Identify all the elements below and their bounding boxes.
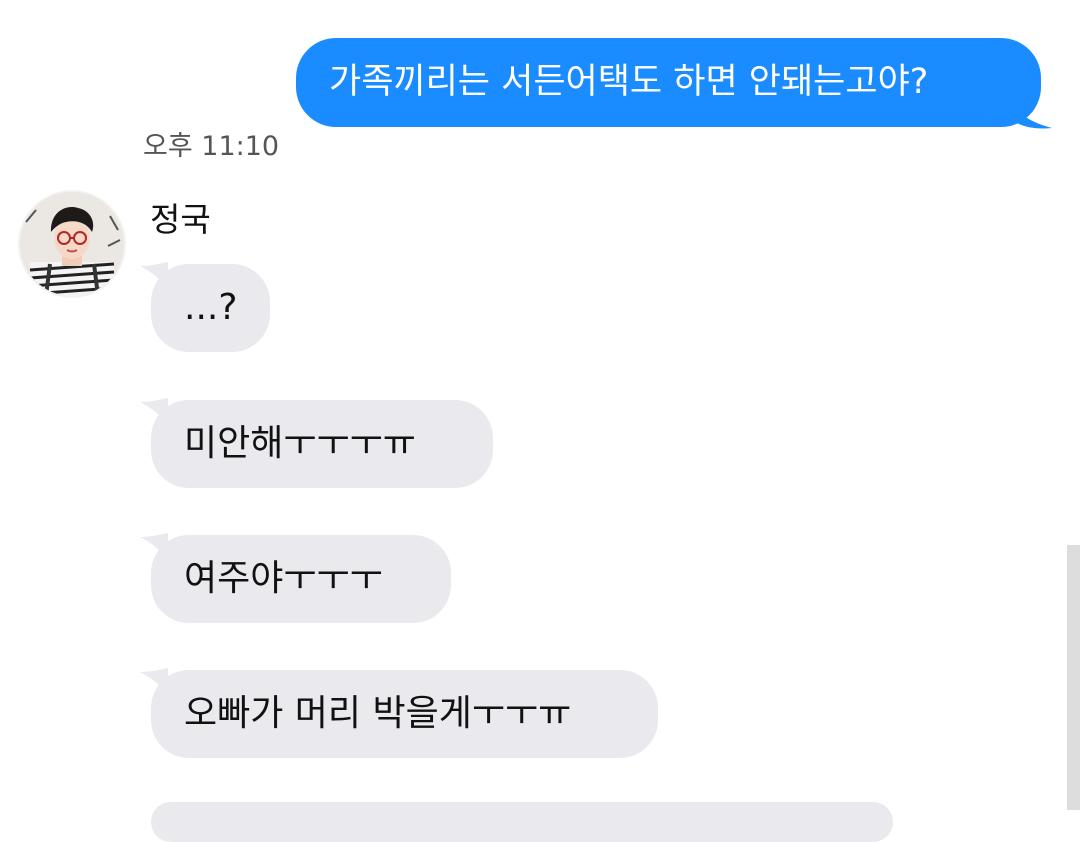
incoming-message-bubble[interactable]: 미안해ㅜㅜㅜㅠ [151,400,493,488]
incoming-message-text: 오빠가 머리 박을게ㅜㅜㅠ [184,693,572,734]
message-timestamp: 오후 11:10 [143,131,280,162]
incoming-message-bubble-partial[interactable] [151,802,893,842]
scrollbar[interactable] [1067,545,1080,810]
sender-name: 정국 [150,200,211,239]
outgoing-message-text: 가족끼리는 서든어택도 하면 안돼는고야? [329,62,929,102]
incoming-message-bubble[interactable]: 여주야ㅜㅜㅜ [151,535,451,623]
outgoing-message-bubble[interactable]: 가족끼리는 서든어택도 하면 안돼는고야? [296,38,1041,127]
incoming-message-text: 미안해ㅜㅜㅜㅠ [184,423,416,464]
incoming-message-bubble[interactable]: 오빠가 머리 박을게ㅜㅜㅠ [151,670,658,758]
incoming-message-text: ...? [184,287,238,328]
avatar-photo-icon[interactable] [18,190,126,298]
incoming-message-text: 여주야ㅜㅜㅜ [184,558,383,599]
incoming-message-bubble[interactable]: ...? [151,264,270,352]
